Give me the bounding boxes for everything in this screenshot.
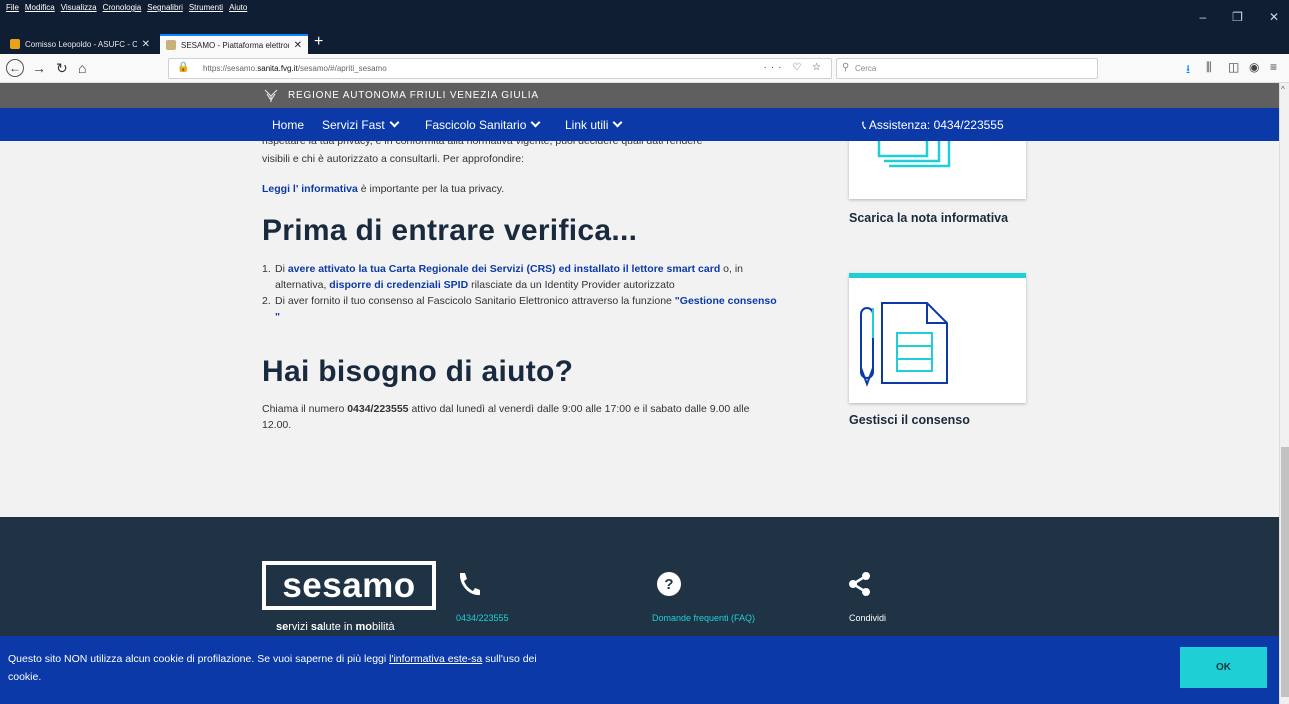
menu-file[interactable]: File bbox=[6, 3, 19, 12]
verifica-steps: 1. Di avere attivato la tua Carta Regiona… bbox=[262, 261, 782, 325]
scroll-up-icon[interactable]: ^ bbox=[1281, 85, 1285, 94]
footer-share[interactable]: Condividi bbox=[849, 613, 886, 623]
restore-button[interactable]: ❐ bbox=[1232, 10, 1243, 24]
menu-modifica[interactable]: Modifica bbox=[25, 3, 55, 12]
minimize-button[interactable]: – bbox=[1199, 10, 1206, 24]
nav-fascicolo-sanitario[interactable]: Fascicolo Sanitario bbox=[425, 117, 541, 132]
logo-tagline: servizi salute in mobilità bbox=[276, 621, 395, 633]
url-text: https://sesamo.sanita.fvg.it/sesamo/#/ap… bbox=[203, 64, 387, 73]
privacy-line: Leggi l' informativa è importante per la… bbox=[262, 183, 505, 195]
sidebar-icon[interactable]: ◫ bbox=[1228, 60, 1239, 74]
main-navigation: Home Servizi Fast Fascicolo Sanitario Li… bbox=[0, 108, 1279, 141]
help-icon[interactable]: ? bbox=[656, 571, 682, 597]
nav-link-utili[interactable]: Link utili bbox=[565, 117, 623, 132]
phone-icon bbox=[459, 573, 480, 596]
new-tab-button[interactable]: + bbox=[314, 33, 323, 51]
search-bar[interactable]: ⚲ Cerca bbox=[836, 58, 1098, 79]
lock-icon: 🔒 bbox=[177, 62, 190, 73]
search-placeholder: Cerca bbox=[855, 64, 877, 73]
menu-strumenti[interactable]: Strumenti bbox=[189, 3, 223, 12]
chevron-down-icon bbox=[389, 117, 400, 128]
tab-comisso[interactable]: Comisso Leopoldo - ASUFC - C ✕ bbox=[4, 34, 156, 54]
menu-cronologia[interactable]: Cronologia bbox=[103, 3, 142, 12]
library-icon[interactable]: ⫼ bbox=[1206, 60, 1212, 75]
card-title-consenso[interactable]: Gestisci il consenso bbox=[849, 413, 970, 427]
menu-list: File Modifica Visualizza Cronologia Segn… bbox=[6, 3, 247, 12]
chevron-down-icon bbox=[612, 117, 623, 128]
close-tab-icon[interactable]: ✕ bbox=[142, 39, 150, 50]
browser-menubar: File Modifica Visualizza Cronologia Segn… bbox=[0, 0, 1289, 32]
crs-link[interactable]: avere attivato la tua Carta Regionale de… bbox=[288, 263, 720, 275]
cookie-informativa-link[interactable]: l'informativa este-sa bbox=[389, 653, 482, 665]
url-actions-icons[interactable]: ··· ♡ ☆ bbox=[764, 62, 825, 73]
back-icon[interactable]: ← bbox=[6, 59, 24, 77]
page-scrollbar[interactable]: ^ bbox=[1279, 83, 1289, 704]
sesamo-logo: sesamo bbox=[262, 561, 436, 610]
pencil-form-icon bbox=[860, 302, 948, 387]
cookie-ok-button[interactable]: OK bbox=[1180, 647, 1267, 688]
intro-line: visibili e chi è autorizzato a consultar… bbox=[262, 153, 525, 165]
close-tab-icon[interactable]: ✕ bbox=[294, 40, 302, 51]
card-title-nota[interactable]: Scarica la nota informativa bbox=[849, 211, 1008, 225]
tab-favicon bbox=[166, 40, 176, 50]
phone-icon: 📞︎ bbox=[862, 118, 867, 132]
card-gestisci-consenso[interactable] bbox=[849, 273, 1026, 403]
url-bar[interactable]: 🔒 https://sesamo.sanita.fvg.it/sesamo/#/… bbox=[168, 58, 832, 79]
aiuto-text: Chiama il numero 0434/223555 attivo dal … bbox=[262, 403, 750, 431]
step-1: 1. Di avere attivato la tua Carta Regiona… bbox=[262, 263, 743, 291]
region-header: REGIONE AUTONOMA FRIULI VENEZIA GIULIA bbox=[0, 83, 1279, 108]
tab-sesamo[interactable]: SESAMO - Piattaforma elettron ✕ bbox=[160, 34, 308, 54]
share-icon[interactable] bbox=[848, 571, 872, 597]
footer-faq-link[interactable]: Domande frequenti (FAQ) bbox=[652, 613, 755, 623]
step-2: 2. Di aver fornito il tuo consenso al Fas… bbox=[262, 295, 777, 323]
intro-cut-line: rispettare la tua privacy, e in conformi… bbox=[262, 141, 703, 147]
page: REGIONE AUTONOMA FRIULI VENEZIA GIULIA H… bbox=[0, 83, 1279, 704]
scrollbar-thumb[interactable] bbox=[1281, 447, 1289, 697]
documents-icon bbox=[877, 141, 951, 168]
forward-icon[interactable]: → bbox=[32, 59, 46, 77]
nav-assistenza[interactable]: 📞︎ Assistenza: 0434/223555 bbox=[862, 118, 1004, 133]
menu-segnalibri[interactable]: Segnalibri bbox=[147, 3, 183, 12]
svg-text:?: ? bbox=[664, 576, 673, 593]
tab-title: SESAMO - Piattaforma elettron bbox=[181, 40, 289, 50]
search-icon: ⚲ bbox=[842, 62, 850, 73]
main-content: rispettare la tua privacy, e in conformi… bbox=[0, 141, 1279, 516]
tab-strip: Comisso Leopoldo - ASUFC - C ✕ SESAMO - … bbox=[0, 32, 1289, 54]
aiuto-heading: Hai bisogno di aiuto? bbox=[262, 355, 574, 388]
menu-aiuto[interactable]: Aiuto bbox=[229, 3, 247, 12]
informativa-link[interactable]: Leggi l' informativa bbox=[262, 183, 358, 195]
account-icon[interactable]: ◉ bbox=[1249, 60, 1259, 74]
tab-favicon bbox=[10, 39, 20, 49]
region-title: REGIONE AUTONOMA FRIULI VENEZIA GIULIA bbox=[288, 90, 539, 101]
menu-visualizza[interactable]: Visualizza bbox=[61, 3, 97, 12]
download-icon[interactable]: ⭳ bbox=[1186, 60, 1190, 81]
window-controls: – ❐ ✕ bbox=[1199, 10, 1279, 24]
footer-phone[interactable]: 0434/223555 bbox=[456, 613, 509, 623]
home-icon[interactable]: ⌂ bbox=[78, 59, 86, 77]
browser-navbar: ← → ↻ ⌂ 🔒 https://sesamo.sanita.fvg.it/s… bbox=[0, 54, 1289, 83]
cookie-banner: Questo sito NON utilizza alcun cookie di… bbox=[0, 636, 1279, 704]
close-window-button[interactable]: ✕ bbox=[1269, 10, 1279, 24]
spid-link[interactable]: disporre di credenziali SPID bbox=[329, 279, 468, 291]
region-eagle-icon bbox=[264, 89, 278, 102]
tab-title: Comisso Leopoldo - ASUFC - C bbox=[25, 39, 137, 49]
chevron-down-icon bbox=[530, 117, 541, 128]
nav-home[interactable]: Home bbox=[272, 118, 304, 132]
cookie-message: Questo sito NON utilizza alcun cookie di… bbox=[8, 653, 537, 683]
verifica-heading: Prima di entrare verifica... bbox=[262, 214, 638, 247]
nav-servizi-fast[interactable]: Servizi Fast bbox=[322, 117, 400, 132]
card-nota-informativa[interactable] bbox=[849, 141, 1026, 199]
reload-icon[interactable]: ↻ bbox=[56, 59, 68, 77]
hamburger-menu-icon[interactable]: ≡ bbox=[1270, 60, 1277, 74]
